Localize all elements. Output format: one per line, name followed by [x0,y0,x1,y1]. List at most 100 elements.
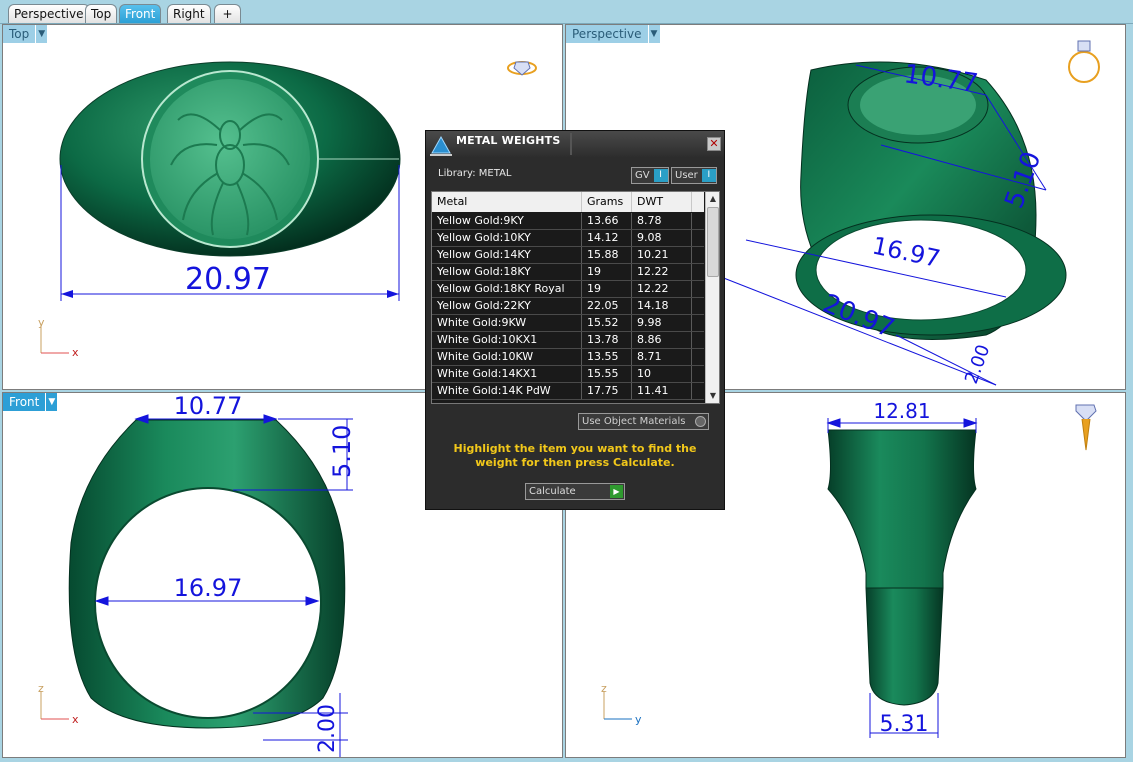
ring-front-opening [94,487,322,719]
viewport-label-front[interactable]: Front ▼ [3,393,58,411]
cell-dwt: 12.22 [632,281,692,297]
axis-z-label: z [601,682,607,695]
column-header-dwt[interactable]: DWT [632,192,692,212]
cell-grams: 15.88 [582,247,632,263]
title-divider [570,133,572,155]
cell-metal: White Gold:9KW [432,315,582,331]
cell-metal: Yellow Gold:10KY [432,230,582,246]
viewport-label-top[interactable]: Top ▼ [3,25,48,43]
tab-top[interactable]: Top [85,4,118,23]
table-scrollbar[interactable]: ▲ ▼ [705,192,719,403]
viewport-title: Front [9,395,40,409]
cell-grams: 15.55 [582,366,632,382]
use-object-materials-label: Use Object Materials [582,416,686,427]
ring-side-top [827,429,977,589]
gv-toggle[interactable]: GV I [631,167,669,184]
user-toggle-label: User [675,170,698,181]
table-row[interactable]: White Gold:10KW 13.55 8.71 [432,349,704,366]
axis-y-label: y [38,316,45,329]
cell-dwt: 11.41 [632,383,692,399]
toggle-indicator-icon: I [653,169,668,182]
viewport-title: Top [9,27,30,41]
dimension-bezel: 12.81 [873,399,930,423]
dimension-bezel: 10.77 [174,393,243,420]
use-object-materials-button[interactable]: Use Object Materials [578,413,709,430]
instruction-text: Highlight the item you want to find the … [453,442,697,469]
axis-z-label: z [38,682,44,695]
table-row[interactable]: White Gold:14K PdW 17.75 11.41 [432,383,704,400]
chevron-down-icon[interactable]: ▼ [647,25,660,43]
toggle-indicator-icon: I [701,169,716,182]
scrollbar-thumb[interactable] [707,207,719,277]
library-label: Library: METAL [438,168,512,179]
dimension-height: 5.10 [328,425,356,478]
table-row[interactable]: Yellow Gold:9KY 13.66 8.78 [432,213,704,230]
table-row[interactable]: Yellow Gold:22KY 22.05 14.18 [432,298,704,315]
cell-dwt: 9.98 [632,315,692,331]
tab-perspective[interactable]: Perspective [8,4,90,23]
plus-icon: + [222,7,233,21]
axis-x-label: x [72,346,79,359]
table-row[interactable]: Yellow Gold:10KY 14.12 9.08 [432,230,704,247]
dimension-shank: 5.31 [880,712,929,737]
cell-metal: White Gold:14K PdW [432,383,582,399]
viewport-tab-bar: Perspective Top Front Right + [0,0,1133,24]
radio-icon [695,416,706,427]
dialog-title-bar[interactable]: METAL WEIGHTS ✕ [426,131,724,157]
table-row[interactable]: White Gold:10KX1 13.78 8.86 [432,332,704,349]
scale-icon [430,135,452,156]
table-row[interactable]: Yellow Gold:14KY 15.88 10.21 [432,247,704,264]
table-row[interactable]: Yellow Gold:18KY 19 12.22 [432,264,704,281]
dimension-thickness: 2.00 [961,342,994,387]
chevron-down-icon[interactable]: ▼ [35,25,48,43]
cell-metal: White Gold:10KX1 [432,332,582,348]
metal-table[interactable]: Metal Grams DWT Yellow Gold:9KY 13.66 8.78… [431,191,720,404]
cell-grams: 19 [582,264,632,280]
add-tab-button[interactable]: + [214,4,241,23]
ring-icon [507,61,537,76]
calculate-button[interactable]: Calculate ▶ [525,483,625,500]
cell-metal: Yellow Gold:14KY [432,247,582,263]
cell-dwt: 10.21 [632,247,692,263]
arrow-up-icon[interactable]: ▲ [706,192,719,206]
table-row[interactable]: White Gold:14KX1 15.55 10 [432,366,704,383]
close-button[interactable]: ✕ [707,137,721,151]
dialog-title: METAL WEIGHTS [456,134,561,147]
cell-dwt: 8.86 [632,332,692,348]
cell-metal: Yellow Gold:9KY [432,213,582,229]
metal-weights-dialog: METAL WEIGHTS ✕ Library: METAL GV I User I… [425,130,725,510]
cell-grams: 13.55 [582,349,632,365]
tab-right[interactable]: Right [167,4,211,23]
cell-dwt: 14.18 [632,298,692,314]
cell-metal: White Gold:10KW [432,349,582,365]
cell-grams: 17.75 [582,383,632,399]
viewport-label-perspective[interactable]: Perspective ▼ [566,25,660,43]
tab-label: Front [125,7,156,21]
dimension-thickness: 2.00 [315,704,340,753]
cell-grams: 13.66 [582,213,632,229]
cell-metal: Yellow Gold:22KY [432,298,582,314]
column-header-grams[interactable]: Grams [582,192,632,212]
calculate-label: Calculate [529,486,576,497]
cell-dwt: 9.08 [632,230,692,246]
cell-grams: 13.78 [582,332,632,348]
cell-dwt: 8.71 [632,349,692,365]
tab-front[interactable]: Front [119,4,162,23]
chevron-down-icon[interactable]: ▼ [45,393,58,411]
tab-label: Right [173,7,205,21]
column-header-metal[interactable]: Metal [432,192,582,212]
cell-metal: Yellow Gold:18KY [432,264,582,280]
ring-icon [1068,40,1100,83]
cell-grams: 19 [582,281,632,297]
axis-y-label: y [635,713,642,726]
table-row[interactable]: Yellow Gold:18KY Royal 19 12.22 [432,281,704,298]
gv-toggle-label: GV [635,170,650,181]
user-toggle[interactable]: User I [671,167,717,184]
table-body: Yellow Gold:9KY 13.66 8.78 Yellow Gold:10K… [432,213,704,400]
arrow-down-icon[interactable]: ▼ [706,389,719,403]
tab-label: Top [91,7,112,21]
viewport-title: Perspective [572,27,642,41]
play-icon: ▶ [610,485,623,498]
ring-icon [1075,404,1097,451]
table-row[interactable]: White Gold:9KW 15.52 9.98 [432,315,704,332]
